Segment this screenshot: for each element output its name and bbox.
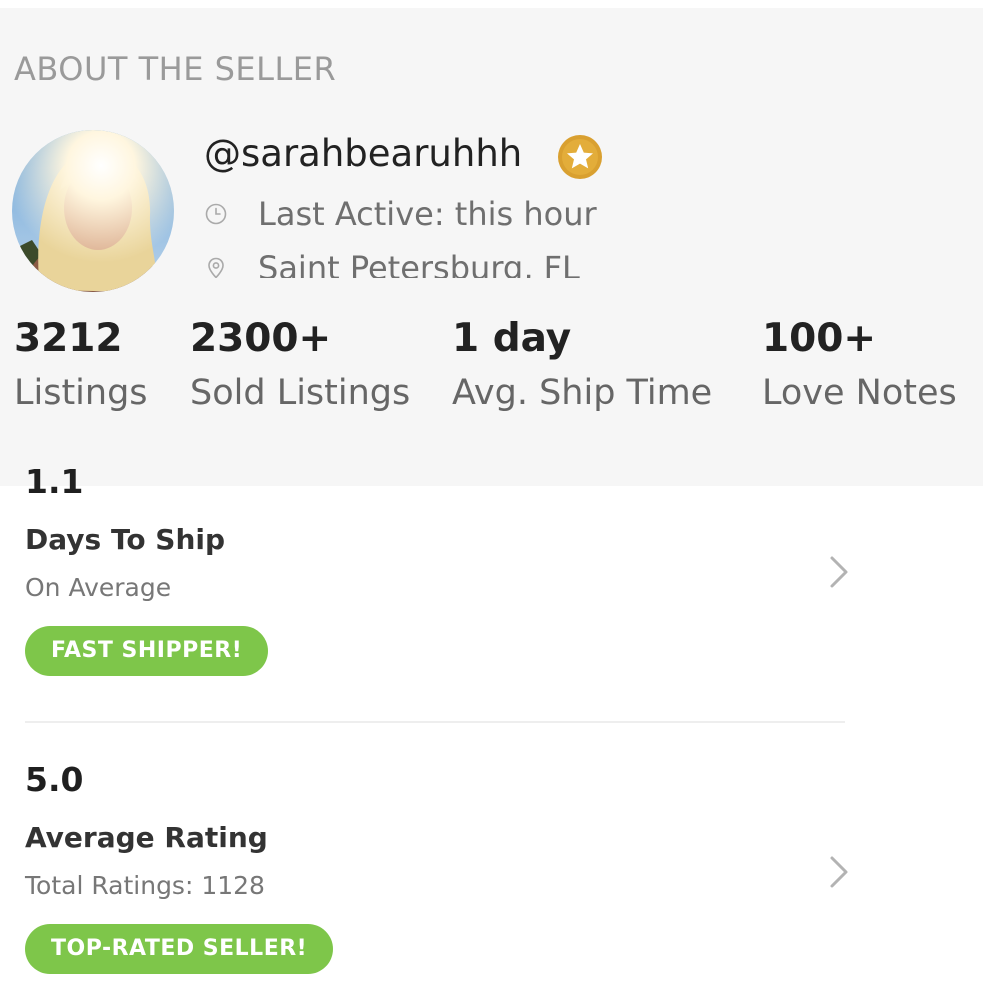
chevron-right-icon[interactable] <box>826 854 854 890</box>
clock-icon <box>205 203 227 225</box>
stat-value: 2300+ <box>190 316 332 361</box>
location-row: Saint Petersburg, FL <box>204 248 580 278</box>
fast-shipper-badge: FAST SHIPPER! <box>25 626 269 676</box>
stat-label: Listings <box>14 373 148 413</box>
metric-title: Days To Ship <box>25 523 226 556</box>
last-active-row: Last Active: this hour <box>204 194 597 234</box>
top-rated-seller-badge: TOP-RATED SELLER! <box>25 924 334 974</box>
stat-value: 100+ <box>762 316 877 361</box>
metric-days-to-ship[interactable]: 1.1 Days To Ship On Average FAST SHIPPER… <box>25 462 269 676</box>
stat-sold-listings[interactable]: 2300+ Sold Listings <box>190 315 410 415</box>
gold-star-badge-icon[interactable] <box>558 135 602 179</box>
stat-value: 3212 <box>14 316 123 361</box>
stat-value: 1 day <box>452 316 572 361</box>
stat-label: Love Notes <box>762 373 957 413</box>
chevron-right-icon[interactable] <box>826 554 854 590</box>
seller-username[interactable]: @sarahbearuhhh <box>204 132 522 175</box>
stat-label: Avg. Ship Time <box>452 373 713 413</box>
location-text: Saint Petersburg, FL <box>258 249 580 278</box>
stat-avg-ship-time[interactable]: 1 day Avg. Ship Time <box>452 315 712 415</box>
metric-subtitle: On Average <box>25 573 172 602</box>
stat-label: Sold Listings <box>190 373 411 413</box>
stat-listings[interactable]: 3212 Listings <box>14 315 148 415</box>
metric-subtitle: Total Ratings: 1128 <box>25 871 265 900</box>
section-divider <box>25 721 845 723</box>
stat-love-notes[interactable]: 100+ Love Notes <box>762 315 957 415</box>
metric-title: Average Rating <box>25 821 268 854</box>
metric-value: 5.0 <box>25 760 84 799</box>
location-pin-icon <box>208 257 224 278</box>
metric-average-rating[interactable]: 5.0 Average Rating Total Ratings: 1128 T… <box>25 760 334 974</box>
last-active-text: Last Active: this hour <box>258 195 597 233</box>
metric-value: 1.1 <box>25 462 84 501</box>
section-heading: ABOUT THE SELLER <box>14 50 337 88</box>
location-clip: Saint Petersburg, FL <box>0 245 983 278</box>
